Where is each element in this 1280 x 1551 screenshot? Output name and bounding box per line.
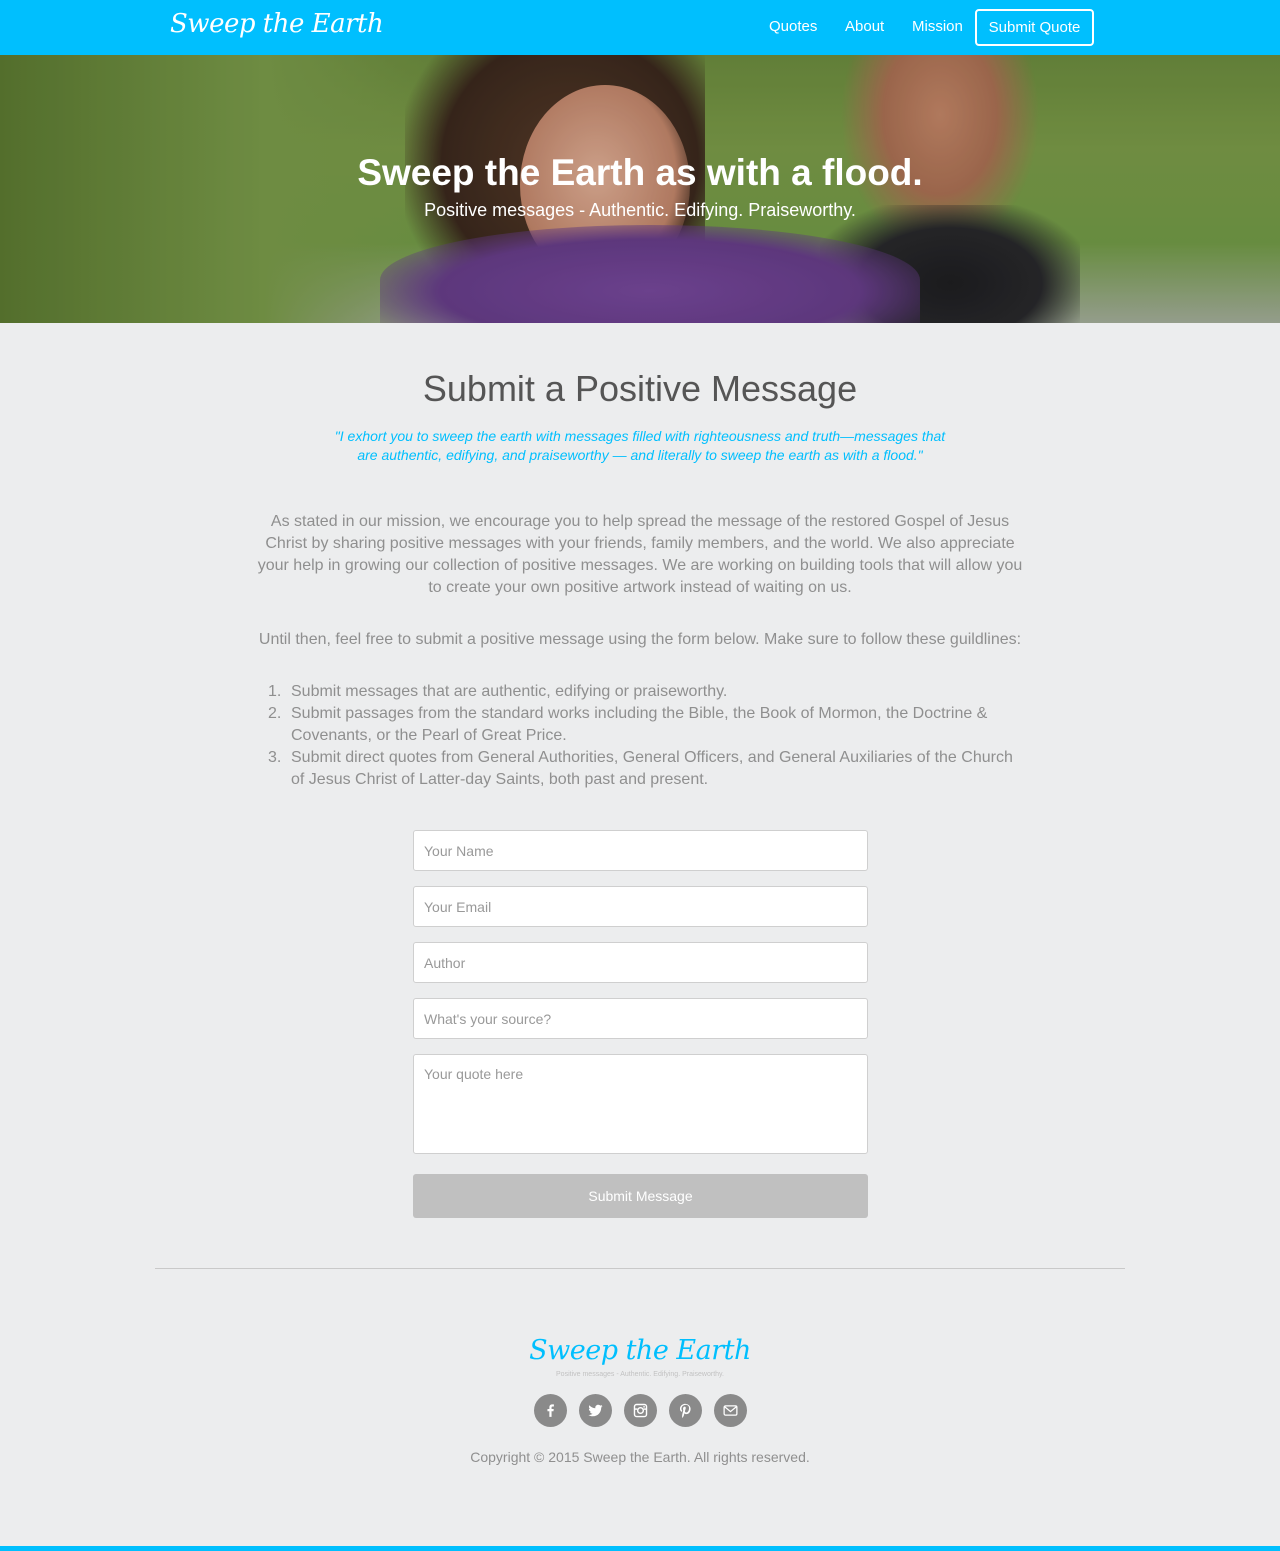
list-item-text: Submit passages from the standard works … [291, 705, 988, 744]
hero-subtitle: Positive messages - Authentic. Edifying.… [424, 200, 856, 220]
footer-tagline: Positive messages - Authentic. Edifying.… [556, 1371, 724, 1378]
instagram-icon[interactable] [624, 1394, 657, 1427]
nav-link-quotes[interactable]: Quotes [769, 18, 817, 35]
instructions-paragraph: Until then, feel free to submit a positi… [258, 631, 1022, 648]
email-field[interactable] [413, 886, 868, 927]
nav-link-mission[interactable]: Mission [912, 18, 963, 35]
bottom-accent-bar [0, 1546, 1280, 1551]
name-field[interactable] [413, 830, 868, 871]
submit-message-button[interactable]: Submit Message [413, 1174, 868, 1218]
footer-divider [155, 1268, 1125, 1269]
brand-logo[interactable]: Sweep the Earth [170, 9, 384, 39]
nav-link-about[interactable]: About [845, 18, 884, 35]
list-item-number: 2. [268, 705, 282, 722]
list-item-number: 3. [268, 749, 282, 766]
pinterest-icon[interactable] [669, 1394, 702, 1427]
quote-textarea[interactable] [413, 1054, 868, 1154]
exhort-quote: "I exhort you to sweep the earth with me… [334, 428, 946, 463]
author-field[interactable] [413, 942, 868, 983]
copyright-text: Copyright © 2015 Sweep the Earth. All ri… [470, 1449, 810, 1465]
twitter-icon[interactable] [579, 1394, 612, 1427]
submit-quote-button[interactable]: Submit Quote [975, 9, 1094, 46]
list-item-text: Submit messages that are authentic, edif… [291, 683, 728, 700]
list-item: 2. Submit passages from the standard wor… [268, 703, 1018, 747]
source-field[interactable] [413, 998, 868, 1039]
list-item: 1. Submit messages that are authentic, e… [268, 681, 1018, 703]
hero-title: Sweep the Earth as with a flood. [357, 152, 923, 193]
email-icon[interactable] [714, 1394, 747, 1427]
facebook-icon[interactable] [534, 1394, 567, 1427]
page-title: Submit a Positive Message [422, 368, 858, 409]
guidelines-list: 1. Submit messages that are authentic, e… [268, 681, 1018, 791]
social-links [534, 1394, 747, 1427]
hero-banner: Sweep the Earth as with a flood. Positiv… [0, 55, 1280, 323]
intro-paragraph: As stated in our mission, we encourage y… [257, 513, 1023, 596]
list-item: 3. Submit direct quotes from General Aut… [268, 747, 1018, 791]
list-item-number: 1. [268, 683, 282, 700]
footer-logo[interactable]: Sweep the Earth [0, 1335, 1280, 1366]
list-item-text: Submit direct quotes from General Author… [291, 749, 1013, 788]
navbar: Sweep the Earth Quotes About Mission Sub… [0, 0, 1280, 55]
